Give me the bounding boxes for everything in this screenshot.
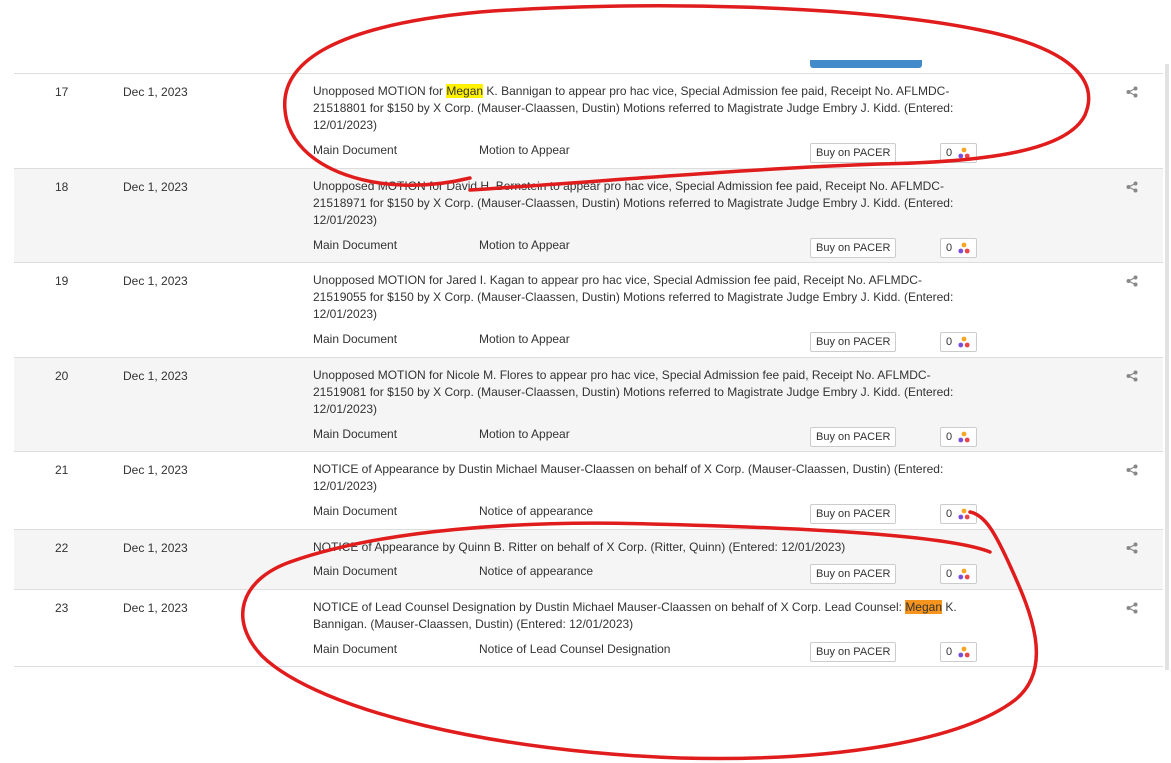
count-value: 0 <box>946 242 953 254</box>
share-icon[interactable] <box>1126 275 1138 287</box>
tri-color-logo-icon <box>958 568 970 580</box>
entry-number: 19 <box>55 274 69 288</box>
main-document-link[interactable]: Main Document <box>313 331 397 347</box>
main-document-link[interactable]: Main Document <box>313 641 397 657</box>
docket-row-20: 20 Dec 1, 2023 Unopposed MOTION for Nico… <box>14 358 1163 452</box>
count-value: 0 <box>946 431 953 443</box>
entry-date: Dec 1, 2023 <box>123 541 188 555</box>
desc-text: Unopposed MOTION for David H. Bernstein … <box>313 179 954 227</box>
desc-text: Unopposed MOTION for Nicole M. Flores to… <box>313 368 954 416</box>
docket-row-21: 21 Dec 1, 2023 NOTICE of Appearance by D… <box>14 452 1163 530</box>
document-type: Motion to Appear <box>479 238 570 252</box>
docket-row-19: 19 Dec 1, 2023 Unopposed MOTION for Jare… <box>14 263 1163 358</box>
entry-number: 22 <box>55 541 69 555</box>
buy-on-pacer-button[interactable]: Buy on PACER <box>810 238 897 258</box>
entry-description: NOTICE of Appearance by Dustin Michael M… <box>313 461 958 495</box>
entry-date: Dec 1, 2023 <box>123 601 188 615</box>
desc-text: NOTICE of Appearance by Quinn B. Ritter … <box>313 540 846 554</box>
count-badge[interactable]: 0 <box>940 504 977 524</box>
share-icon[interactable] <box>1126 181 1138 193</box>
search-highlight: Megan <box>905 600 943 614</box>
buy-on-pacer-button[interactable]: Buy on PACER <box>810 504 897 524</box>
share-icon[interactable] <box>1126 86 1138 98</box>
count-badge[interactable]: 0 <box>940 332 977 352</box>
entry-date: Dec 1, 2023 <box>123 463 188 477</box>
top-toolbar-button[interactable] <box>810 60 922 68</box>
desc-text: NOTICE of Appearance by Dustin Michael M… <box>313 462 944 493</box>
entry-number: 23 <box>55 601 69 615</box>
docket-row-18: 18 Dec 1, 2023 Unopposed MOTION for Davi… <box>14 169 1163 263</box>
count-badge[interactable]: 0 <box>940 238 977 258</box>
document-type: Motion to Appear <box>479 332 570 346</box>
buy-on-pacer-button[interactable]: Buy on PACER <box>810 642 897 662</box>
entry-date: Dec 1, 2023 <box>123 85 188 99</box>
share-icon[interactable] <box>1126 464 1138 476</box>
entry-number: 21 <box>55 463 69 477</box>
share-icon[interactable] <box>1126 542 1138 554</box>
entry-number: 20 <box>55 369 69 383</box>
main-document-link[interactable]: Main Document <box>313 237 397 253</box>
document-type: Notice of appearance <box>479 564 594 578</box>
count-badge[interactable]: 0 <box>940 564 977 584</box>
count-badge[interactable]: 0 <box>940 642 977 662</box>
main-document-link[interactable]: Main Document <box>313 563 397 579</box>
share-icon[interactable] <box>1126 602 1138 614</box>
count-badge[interactable]: 0 <box>940 427 977 447</box>
count-badge[interactable]: 0 <box>940 143 977 163</box>
entry-number: 17 <box>55 85 69 99</box>
document-type: Notice of Lead Counsel Designation <box>479 642 671 656</box>
buy-on-pacer-button[interactable]: Buy on PACER <box>810 427 897 447</box>
document-type: Motion to Appear <box>479 143 570 157</box>
docket-row-23: 23 Dec 1, 2023 NOTICE of Lead Counsel De… <box>14 590 1163 667</box>
buy-on-pacer-button[interactable]: Buy on PACER <box>810 564 897 584</box>
count-value: 0 <box>946 508 953 520</box>
tri-color-logo-icon <box>958 431 970 443</box>
buy-on-pacer-button[interactable]: Buy on PACER <box>810 332 897 352</box>
document-type: Notice of appearance <box>479 504 594 518</box>
main-document-link[interactable]: Main Document <box>313 142 397 158</box>
main-document-link[interactable]: Main Document <box>313 426 397 442</box>
entry-number: 18 <box>55 180 69 194</box>
document-type: Motion to Appear <box>479 427 570 441</box>
tri-color-logo-icon <box>958 508 970 520</box>
entry-date: Dec 1, 2023 <box>123 274 188 288</box>
entry-date: Dec 1, 2023 <box>123 369 188 383</box>
buy-on-pacer-button[interactable]: Buy on PACER <box>810 143 897 163</box>
top-bar <box>0 0 1171 68</box>
count-value: 0 <box>946 568 953 580</box>
entry-description: Unopposed MOTION for Jared I. Kagan to a… <box>313 272 958 323</box>
desc-text: NOTICE of Lead Counsel Designation by Du… <box>313 600 906 614</box>
count-value: 0 <box>946 147 953 159</box>
entry-description: Unopposed MOTION for Nicole M. Flores to… <box>313 367 958 418</box>
tri-color-logo-icon <box>958 646 970 658</box>
docket-row-17: 17 Dec 1, 2023 Unopposed MOTION for Mega… <box>14 74 1163 169</box>
tri-color-logo-icon <box>958 147 970 159</box>
main-document-link[interactable]: Main Document <box>313 503 397 519</box>
entry-date: Dec 1, 2023 <box>123 180 188 194</box>
share-icon[interactable] <box>1126 370 1138 382</box>
entry-description: Unopposed MOTION for David H. Bernstein … <box>313 178 958 229</box>
search-highlight: Megan <box>446 84 484 98</box>
tri-color-logo-icon <box>958 336 970 348</box>
desc-text: Unopposed MOTION for <box>313 84 447 98</box>
entry-description: NOTICE of Lead Counsel Designation by Du… <box>313 599 958 633</box>
count-value: 0 <box>946 646 953 658</box>
docket-row-22: 22 Dec 1, 2023 NOTICE of Appearance by Q… <box>14 530 1163 590</box>
desc-text: Unopposed MOTION for Jared I. Kagan to a… <box>313 273 954 321</box>
count-value: 0 <box>946 336 953 348</box>
entry-description: NOTICE of Appearance by Quinn B. Ritter … <box>313 539 958 556</box>
scrollbar[interactable] <box>1165 64 1169 670</box>
entry-description: Unopposed MOTION for Megan K. Bannigan t… <box>313 83 958 134</box>
tri-color-logo-icon <box>958 242 970 254</box>
docket-table: 17 Dec 1, 2023 Unopposed MOTION for Mega… <box>14 73 1163 667</box>
